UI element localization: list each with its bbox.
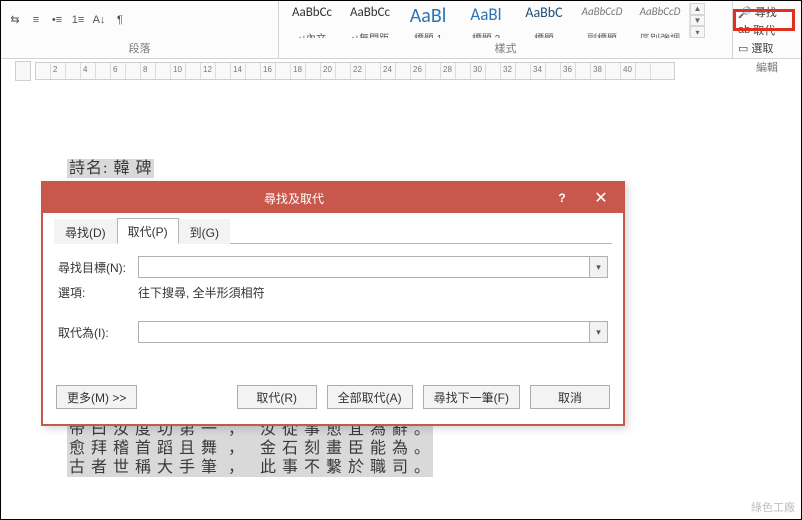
replace-button[interactable]: ab 取代 [735,21,799,39]
options-value: 往下搜尋, 全半形須相符 [138,284,265,301]
style-item-nospacing[interactable]: AaBbCc ↵無間距 [341,3,399,38]
dialog-help-button[interactable]: ? [545,183,579,213]
tab-replace[interactable]: 取代(P) [117,218,179,244]
style-item-heading2[interactable]: AaBl 標題 2 [457,3,515,38]
find-next-button[interactable]: 尋找下一筆(F) [423,385,520,409]
styles-gallery: AaBbCc ↵內文 AaBbCc ↵無間距 AaBl 標題 1 AaBl 標題… [279,1,732,38]
replace-all-button[interactable]: 全部取代(A) [327,385,413,409]
indent-icon[interactable]: ⇆ [7,12,23,28]
find-input[interactable] [139,257,589,277]
find-label: 尋找目標(N): [58,259,138,276]
replace-dropdown-button[interactable]: ▾ [589,322,607,342]
replace-combo: ▾ [138,321,608,343]
style-scroll: ▲ ▼ ▾ [689,3,705,38]
style-scroll-down[interactable]: ▼ [690,15,705,27]
bullets-icon[interactable]: •≡ [49,12,65,28]
replace-one-button[interactable]: 取代(R) [237,385,317,409]
edit-group-label: 編輯 [733,57,801,77]
style-item-title[interactable]: AaBbC 標題 [515,3,573,38]
style-item-normal[interactable]: AaBbCc ↵內文 [283,3,341,38]
watermark: 綠色工廠 [751,499,795,515]
dialog-tabs: 尋找(D) 取代(P) 到(G) [54,220,612,244]
find-replace-dialog: 尋找及取代 ? ✕ 尋找(D) 取代(P) 到(G) 尋找目標(N): ▾ 選項 [41,181,625,426]
dialog-buttons: 更多(M) >> 取代(R) 全部取代(A) 尋找下一筆(F) 取消 [54,381,612,411]
find-icon: 🔎 [738,6,752,19]
horizontal-ruler[interactable]: 246810121416182022242628303234363840 [35,62,675,80]
poem-line: 古 者 世 稱 大 手 筆 ， 此 事 不 繫 於 職 司 。 [69,458,431,477]
select-button[interactable]: ▭ 選取 [735,39,799,57]
sort-icon[interactable]: A↓ [91,12,107,28]
replace-input[interactable] [139,322,589,342]
cancel-button[interactable]: 取消 [530,385,610,409]
options-label: 選項: [58,284,138,301]
style-scroll-up[interactable]: ▲ [690,3,705,15]
style-item-heading1[interactable]: AaBl 標題 1 [399,3,457,38]
dialog-title: 尋找及取代 [43,190,545,207]
numbering-icon[interactable]: 1≡ [70,12,86,28]
tab-find[interactable]: 尋找(D) [54,219,117,244]
find-dropdown-button[interactable]: ▾ [589,257,607,277]
replace-label: 取代為(I): [58,324,138,341]
ribbon: ⇆ ≡ •≡ 1≡ A↓ ¶ 段落 AaBbCc ↵內文 AaBbCc ↵無間距… [1,1,801,59]
replace-icon: ab [738,24,750,36]
paragraph-group-label: 段落 [1,38,278,58]
select-icon: ▭ [738,42,748,55]
ribbon-paragraph-group: ⇆ ≡ •≡ 1≡ A↓ ¶ 段落 [1,1,279,58]
pilcrow-icon[interactable]: ¶ [112,12,128,28]
ribbon-edit-group: 🔎 尋找 ab 取代 ▭ 選取 編輯 [733,1,801,58]
ruler-area: 246810121416182022242628303234363840 [1,59,801,83]
poem-title: 詩名: 韓 碑 [67,159,154,178]
style-scroll-more[interactable]: ▾ [690,26,705,38]
style-item-subtitle[interactable]: AaBbCcD 副標題 [573,3,631,38]
dialog-titlebar[interactable]: 尋找及取代 ? ✕ [43,183,623,213]
find-combo: ▾ [138,256,608,278]
ruler-corner[interactable] [15,61,31,81]
dialog-close-button[interactable]: ✕ [579,183,623,213]
styles-group-label: 樣式 [279,38,732,58]
tab-goto[interactable]: 到(G) [179,219,230,244]
more-button[interactable]: 更多(M) >> [56,385,137,409]
find-button[interactable]: 🔎 尋找 [735,3,799,21]
style-item-emphasis[interactable]: AaBbCcD 區別強調 [631,3,689,38]
close-icon: ✕ [594,188,607,208]
dialog-body: 尋找(D) 取代(P) 到(G) 尋找目標(N): ▾ 選項: 往下搜尋, 全半… [43,213,623,424]
ribbon-styles-group: AaBbCc ↵內文 AaBbCc ↵無間距 AaBl 標題 1 AaBl 標題… [279,1,733,58]
list-icon[interactable]: ≡ [28,12,44,28]
poem-line: 愈 拜 稽 首 蹈 且 舞 ， 金 石 刻 畫 臣 能 為 。 [69,439,431,458]
chevron-down-icon: ▾ [596,327,601,338]
chevron-down-icon: ▾ [596,262,601,273]
